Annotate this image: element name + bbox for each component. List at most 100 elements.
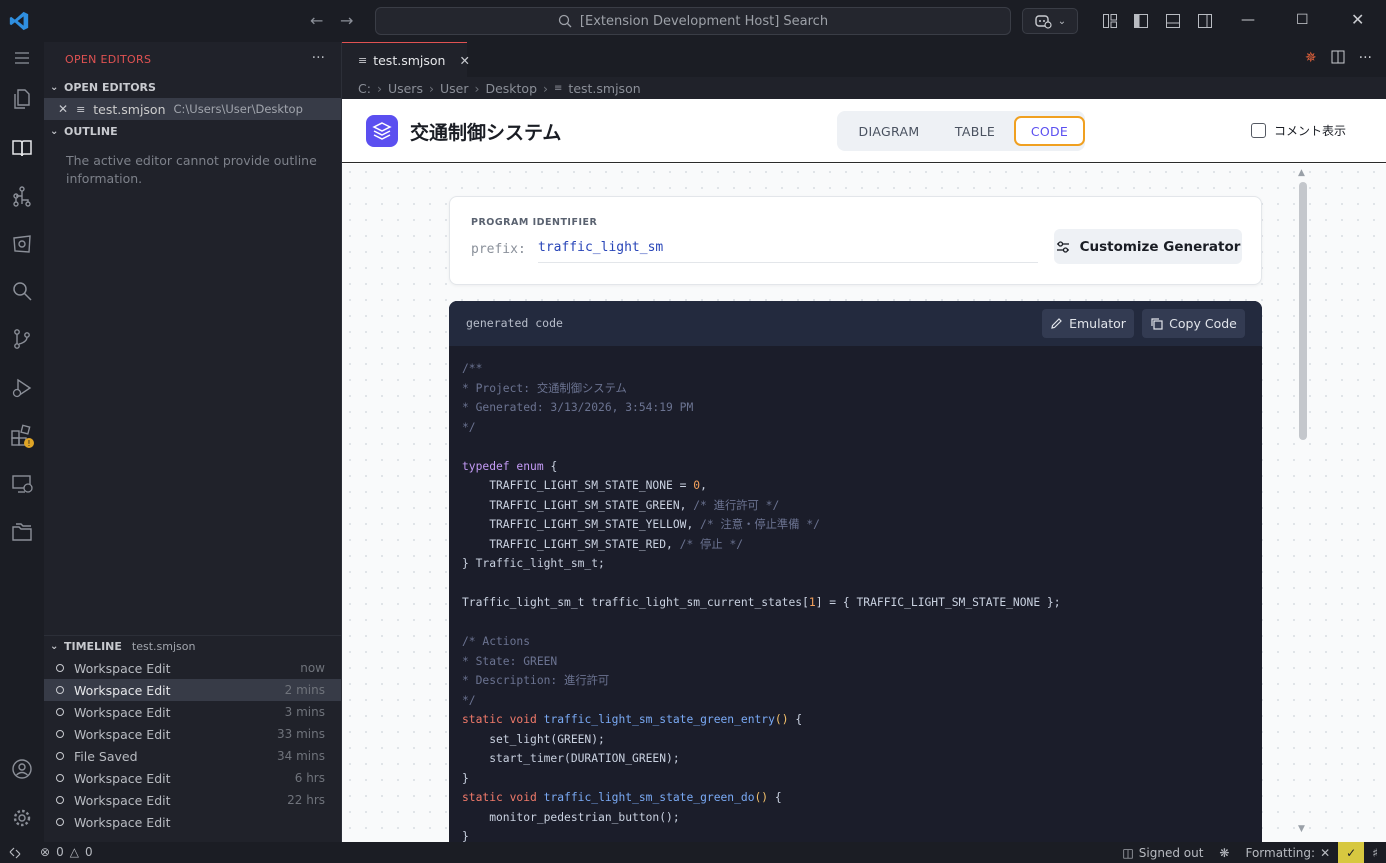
timeline-row[interactable]: Workspace Edit 33 mins — [44, 723, 341, 745]
webview-scrollbar[interactable]: ▲ ▼ — [1297, 166, 1309, 842]
minimize-icon[interactable]: — — [1241, 12, 1255, 28]
tab-label: test.smjson — [373, 52, 446, 68]
open-editor-item[interactable]: ✕ ≡ test.smjson C:\Users\User\Desktop — [44, 98, 341, 120]
warning-icon: △ — [69, 845, 79, 859]
copilot-status-icon: ❋ — [1219, 845, 1230, 860]
timeline-row[interactable]: File Saved 34 mins — [44, 745, 341, 767]
outline-section-header[interactable]: ⌄ OUTLINE — [44, 120, 341, 142]
close-icon[interactable]: ✕ — [459, 53, 469, 68]
chevron-down-icon: ⌄ — [50, 125, 59, 137]
remote-explorer-icon[interactable] — [8, 230, 36, 258]
timeline-row-label: Workspace Edit — [74, 682, 171, 698]
extensions-icon[interactable]: ! — [8, 422, 36, 450]
breadcrumb-item[interactable]: Desktop — [485, 81, 537, 96]
code-block[interactable]: /** * Project: 交通制御システム * Generated: 3/13/… — [462, 359, 1252, 842]
tab-code[interactable]: CODE — [1014, 116, 1085, 146]
scrollbar-thumb[interactable] — [1299, 182, 1307, 440]
copy-icon — [1151, 318, 1163, 330]
forward-arrow-icon[interactable]: → — [340, 11, 353, 30]
timeline-row[interactable]: Workspace Edit 3 mins — [44, 701, 341, 723]
comment-toggle[interactable]: コメント表示 — [1250, 122, 1346, 139]
timeline-row-time: 6 hrs — [294, 771, 325, 785]
chevron-down-icon: ⌄ — [50, 81, 59, 93]
menu-icon[interactable] — [8, 44, 36, 72]
scroll-down-icon[interactable]: ▼ — [1298, 824, 1305, 834]
formatting-status[interactable]: Formatting: ✕ — [1237, 842, 1338, 863]
status-bar: ⊗ 0 △ 0 ◫ Signed out ❋ Formatting: ✕ ✓ ♯ — [0, 842, 1386, 863]
timeline-row-label: Workspace Edit — [74, 770, 171, 786]
book-icon[interactable] — [8, 134, 36, 162]
copilot-status[interactable]: ❋ — [1211, 842, 1237, 863]
timeline-row-label: Workspace Edit — [74, 704, 171, 720]
maximize-icon[interactable]: ☐ — [1296, 12, 1309, 28]
customize-generator-button[interactable]: Customize Generator — [1054, 229, 1242, 264]
toggle-panel-icon[interactable] — [1163, 8, 1183, 34]
search-view-icon[interactable] — [8, 277, 36, 305]
timeline-row[interactable]: Workspace Edit 22 hrs — [44, 789, 341, 811]
timeline-row[interactable]: Workspace Edit 6 hrs — [44, 767, 341, 789]
breadcrumb-item[interactable]: test.smjson — [568, 81, 640, 96]
sparkle-icon[interactable]: ✵ — [1305, 50, 1317, 68]
toggle-primary-sidebar-icon[interactable] — [1131, 8, 1151, 34]
account-icon[interactable] — [8, 755, 36, 783]
code-card-header: generated code Emulator Copy Code — [449, 301, 1262, 346]
settings-gear-icon[interactable] — [8, 804, 36, 832]
tab-test-smjson[interactable]: ≡ test.smjson ✕ — [342, 42, 470, 77]
explorer-icon[interactable] — [8, 85, 36, 113]
close-window-icon[interactable]: ✕ — [1351, 10, 1364, 29]
circle-icon — [56, 686, 64, 694]
remote-connection-icon[interactable] — [8, 470, 36, 498]
code-line: start_timer(DURATION_GREEN); — [462, 752, 680, 765]
folders-icon[interactable] — [8, 518, 36, 546]
tab-table[interactable]: TABLE — [941, 116, 1009, 146]
emulator-button[interactable]: Emulator — [1042, 309, 1134, 338]
source-tree-icon[interactable] — [8, 182, 36, 210]
timeline-row[interactable]: Workspace Edit 2 mins — [44, 679, 341, 701]
tab-bar: ≡ test.smjson ✕ ✵ ··· — [342, 42, 1386, 77]
split-editor-icon[interactable] — [1331, 50, 1345, 68]
problems-indicator[interactable]: ⊗ 0 △ 0 — [40, 845, 93, 859]
breadcrumb-item[interactable]: C: — [358, 81, 371, 96]
copy-code-button[interactable]: Copy Code — [1142, 309, 1245, 338]
close-icon[interactable]: ✕ — [58, 102, 68, 116]
prefix-input[interactable]: traffic_light_sm — [538, 233, 1038, 263]
timeline-row[interactable]: Workspace Edit now — [44, 657, 341, 679]
remote-indicator-icon[interactable] — [0, 842, 30, 863]
breadcrumb-item[interactable]: User — [440, 81, 469, 96]
customize-layout-icon[interactable] — [1100, 8, 1120, 34]
toggle-secondary-sidebar-icon[interactable] — [1195, 8, 1215, 34]
editor-area: ≡ test.smjson ✕ ✵ ··· C: › Users › User … — [342, 42, 1386, 842]
timeline-row[interactable]: Workspace Edit — [44, 811, 341, 833]
timeline-row-time: 33 mins — [277, 727, 325, 741]
timeline-file: test.smjson — [131, 640, 196, 653]
notifications-status[interactable]: ♯ — [1364, 842, 1386, 863]
code-line: /* Actions — [462, 635, 531, 648]
code-line: } — [462, 830, 469, 842]
back-arrow-icon[interactable]: ← — [310, 11, 323, 30]
circle-icon — [56, 730, 64, 738]
scroll-up-icon[interactable]: ▲ — [1298, 168, 1305, 178]
code-line: TRAFFIC_LIGHT_SM_STATE_YELLOW, /* 注意・停止準… — [462, 518, 820, 531]
more-actions-icon[interactable]: ··· — [312, 50, 325, 66]
timeline-section-header[interactable]: ⌄ TIMELINE test.smjson — [44, 635, 341, 657]
tab-diagram[interactable]: DIAGRAM — [849, 116, 929, 146]
prettier-status[interactable]: ✓ — [1338, 842, 1365, 863]
open-editors-section-header[interactable]: ⌄ OPEN EDITORS — [44, 76, 341, 98]
status-bar-right: ◫ Signed out ❋ Formatting: ✕ ✓ ♯ — [1114, 842, 1386, 863]
source-control-icon[interactable] — [8, 325, 36, 353]
comment-checkbox[interactable] — [1250, 123, 1266, 138]
breadcrumb-item[interactable]: Users — [388, 81, 423, 96]
open-editor-filename: test.smjson — [93, 101, 166, 117]
chevron-right-icon: › — [428, 80, 434, 96]
bell-icon: ♯ — [1372, 845, 1378, 860]
run-debug-icon[interactable] — [8, 374, 36, 402]
more-actions-icon[interactable]: ··· — [1359, 50, 1372, 68]
comment-toggle-label: コメント表示 — [1273, 124, 1346, 138]
file-lines-icon: ≡ — [76, 102, 86, 116]
timeline-row-label: Workspace Edit — [74, 660, 171, 676]
command-center-search[interactable]: [Extension Development Host] Search — [375, 7, 1011, 35]
copilot-menu-button[interactable]: ⌄ — [1022, 8, 1078, 34]
account-status[interactable]: ◫ Signed out — [1114, 842, 1211, 863]
account-status-icon: ◫ — [1122, 845, 1134, 860]
formatting-label: Formatting: — [1245, 845, 1316, 860]
